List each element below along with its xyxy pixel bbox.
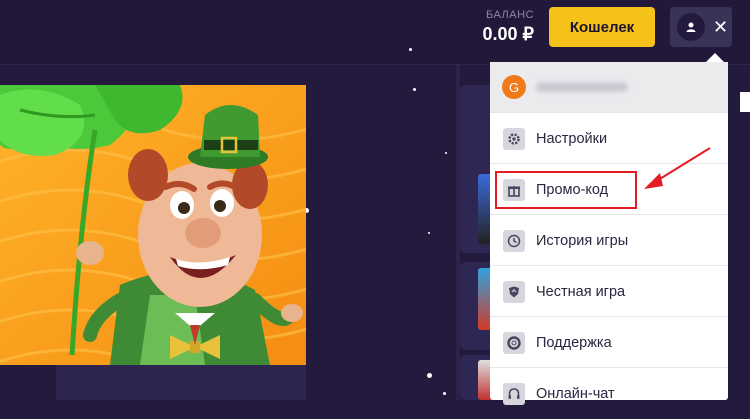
- annotation-arrow: [644, 147, 711, 189]
